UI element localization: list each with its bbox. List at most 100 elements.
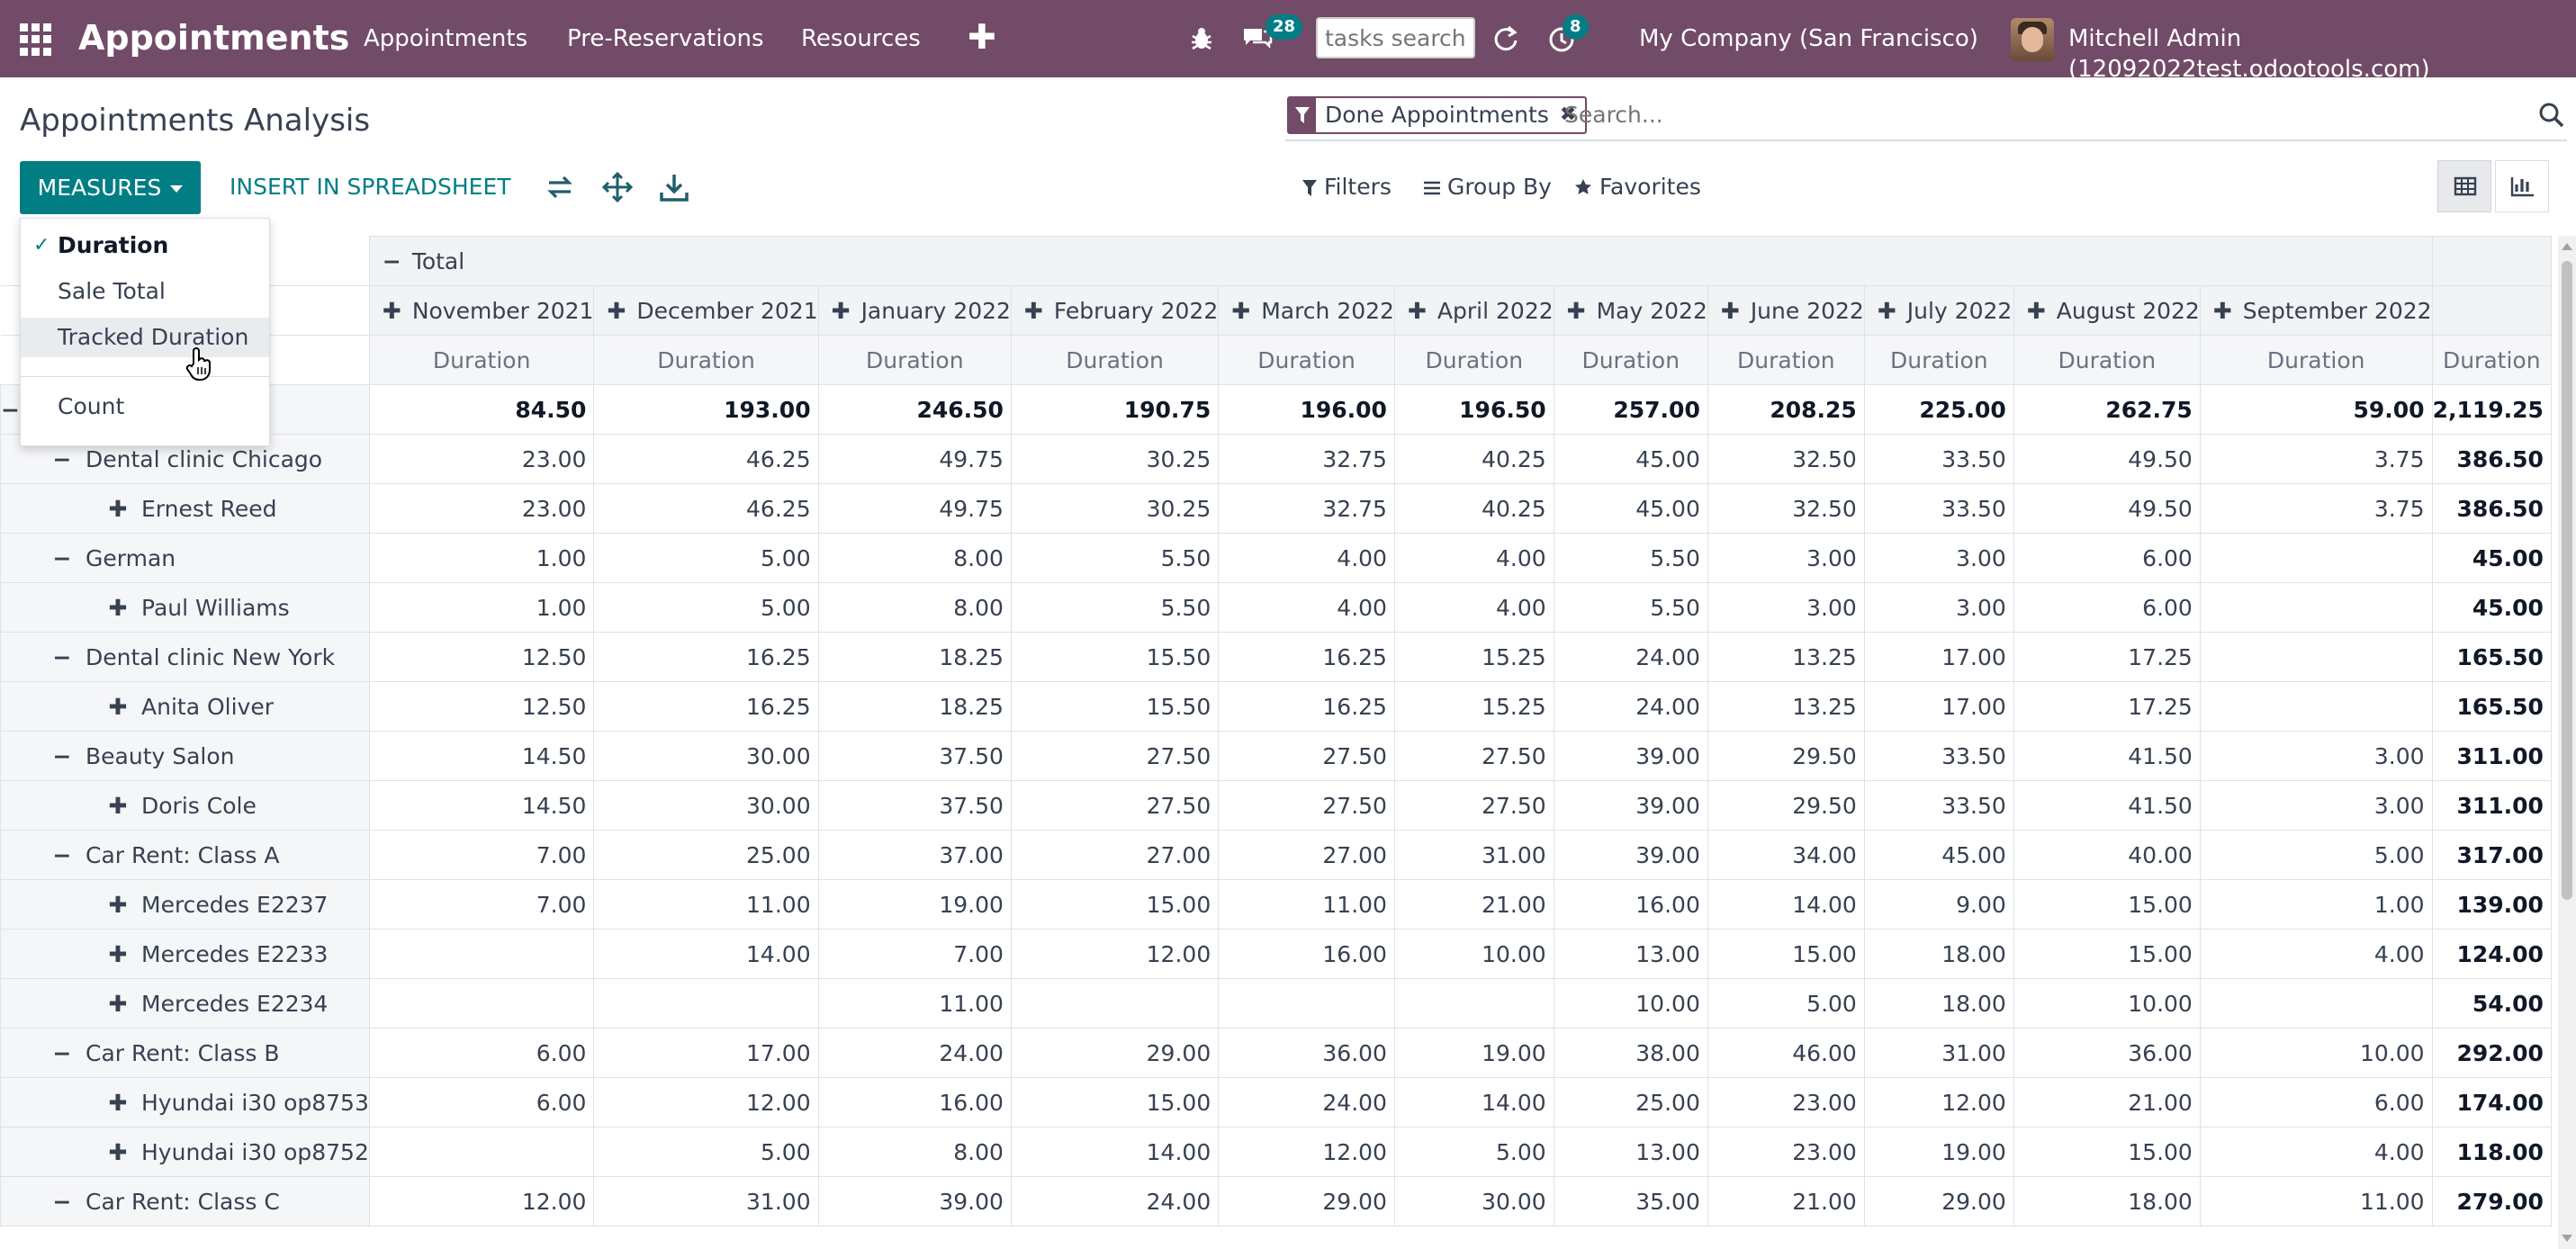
col-header-month[interactable]: ✚ July 2022 bbox=[1863, 285, 2014, 336]
table-cell[interactable]: 16.25 bbox=[1218, 632, 1395, 682]
table-cell[interactable]: 27.00 bbox=[1010, 830, 1220, 880]
table-cell-total[interactable]: 45.00 bbox=[2431, 533, 2552, 583]
table-cell[interactable]: 21.00 bbox=[1393, 879, 1554, 930]
table-cell[interactable]: 49.75 bbox=[817, 483, 1012, 534]
table-cell[interactable]: 14.00 bbox=[593, 929, 819, 979]
table-cell[interactable]: 21.00 bbox=[2013, 1077, 2201, 1128]
table-cell[interactable]: 6.00 bbox=[2013, 582, 2201, 633]
table-cell[interactable]: 39.00 bbox=[1553, 830, 1708, 880]
table-cell[interactable]: 23.00 bbox=[368, 434, 595, 484]
table-cell[interactable]: 10.00 bbox=[2013, 978, 2201, 1029]
table-cell[interactable]: 12.50 bbox=[368, 681, 595, 732]
table-cell[interactable]: 37.00 bbox=[817, 830, 1012, 880]
table-cell[interactable]: 16.25 bbox=[593, 632, 819, 682]
col-header-month[interactable]: ✚ November 2021 bbox=[368, 285, 595, 336]
table-cell[interactable]: 11.00 bbox=[2199, 1176, 2433, 1227]
table-cell[interactable]: 29.00 bbox=[1863, 1176, 2014, 1227]
row-header[interactable]: ✚ Anita Oliver bbox=[0, 681, 370, 732]
table-cell[interactable] bbox=[2199, 978, 2433, 1029]
table-cell[interactable]: 30.00 bbox=[593, 780, 819, 831]
table-cell[interactable]: 84.50 bbox=[368, 384, 595, 435]
table-cell[interactable]: 27.00 bbox=[1218, 830, 1395, 880]
scrollbar-thumb[interactable] bbox=[2562, 261, 2572, 900]
table-cell[interactable] bbox=[1218, 978, 1395, 1029]
row-header[interactable]: − Car Rent: Class A bbox=[0, 830, 370, 880]
table-cell[interactable]: 33.50 bbox=[1863, 483, 2014, 534]
filters-toggle[interactable]: Filters bbox=[1302, 171, 1392, 203]
table-cell[interactable]: 6.00 bbox=[2013, 533, 2201, 583]
scroll-up-icon[interactable] bbox=[2562, 243, 2572, 250]
row-header[interactable]: − Beauty Salon bbox=[0, 731, 370, 781]
table-cell[interactable]: 30.25 bbox=[1010, 483, 1220, 534]
table-cell-total[interactable]: 165.50 bbox=[2431, 632, 2552, 682]
table-cell[interactable] bbox=[1393, 978, 1554, 1029]
table-cell[interactable]: 18.00 bbox=[2013, 1176, 2201, 1227]
col-header-month[interactable]: ✚ September 2022 bbox=[2199, 285, 2433, 336]
pivot-view-button[interactable] bbox=[2437, 160, 2491, 212]
table-cell[interactable]: 12.00 bbox=[368, 1176, 595, 1227]
table-cell[interactable]: 8.00 bbox=[817, 582, 1012, 633]
table-cell[interactable]: 17.00 bbox=[593, 1028, 819, 1078]
table-cell[interactable]: 16.00 bbox=[817, 1077, 1012, 1128]
table-cell-total[interactable]: 118.00 bbox=[2431, 1127, 2552, 1177]
table-cell[interactable]: 32.50 bbox=[1707, 483, 1865, 534]
table-cell[interactable]: 14.00 bbox=[1707, 879, 1865, 930]
table-cell[interactable]: 14.00 bbox=[1393, 1077, 1554, 1128]
measure-header[interactable]: Duration bbox=[1863, 335, 2014, 385]
table-cell[interactable]: 29.50 bbox=[1707, 780, 1865, 831]
table-cell[interactable]: 39.00 bbox=[817, 1176, 1012, 1227]
table-cell[interactable]: 17.25 bbox=[2013, 681, 2201, 732]
table-cell[interactable]: 46.00 bbox=[1707, 1028, 1865, 1078]
table-cell[interactable]: 7.00 bbox=[368, 879, 595, 930]
table-cell[interactable]: 24.00 bbox=[1218, 1077, 1395, 1128]
measure-header[interactable]: Duration bbox=[2431, 335, 2552, 385]
table-cell[interactable]: 7.00 bbox=[817, 929, 1012, 979]
table-cell[interactable]: 15.00 bbox=[1010, 1077, 1220, 1128]
table-cell[interactable]: 14.00 bbox=[1010, 1127, 1220, 1177]
table-cell[interactable]: 24.00 bbox=[1553, 681, 1708, 732]
menu-pre-reservations[interactable]: Pre-Reservations bbox=[567, 23, 764, 54]
row-header[interactable]: − Dental clinic New York bbox=[0, 632, 370, 682]
row-header[interactable]: − Car Rent: Class B bbox=[0, 1028, 370, 1078]
measure-header[interactable]: Duration bbox=[368, 335, 595, 385]
table-cell[interactable]: 3.00 bbox=[2199, 731, 2433, 781]
row-header[interactable]: ✚ Mercedes E2233 bbox=[0, 929, 370, 979]
table-cell[interactable] bbox=[368, 929, 595, 979]
row-header[interactable]: ✚ Paul Williams bbox=[0, 582, 370, 633]
table-cell[interactable]: 18.00 bbox=[1863, 929, 2014, 979]
table-cell[interactable]: 24.00 bbox=[1553, 632, 1708, 682]
measure-header[interactable]: Duration bbox=[1707, 335, 1865, 385]
col-header-total[interactable]: − Total bbox=[368, 236, 2433, 286]
table-cell[interactable]: 36.00 bbox=[1218, 1028, 1395, 1078]
table-cell[interactable]: 33.50 bbox=[1863, 434, 2014, 484]
search-input[interactable] bbox=[1564, 102, 2500, 128]
table-cell[interactable]: 10.00 bbox=[2199, 1028, 2433, 1078]
menu-resources[interactable]: Resources bbox=[801, 23, 921, 54]
table-cell[interactable]: 30.00 bbox=[1393, 1176, 1554, 1227]
table-cell[interactable]: 193.00 bbox=[593, 384, 819, 435]
table-cell[interactable]: 27.50 bbox=[1218, 780, 1395, 831]
scroll-down-icon[interactable] bbox=[2562, 1235, 2572, 1242]
table-cell-total[interactable]: 139.00 bbox=[2431, 879, 2552, 930]
col-header-month[interactable]: ✚ March 2022 bbox=[1218, 285, 1395, 336]
col-header-month[interactable]: ✚ April 2022 bbox=[1393, 285, 1554, 336]
table-cell[interactable] bbox=[368, 978, 595, 1029]
table-cell[interactable]: 16.25 bbox=[593, 681, 819, 732]
table-cell[interactable]: 3.00 bbox=[1707, 533, 1865, 583]
table-cell[interactable]: 19.00 bbox=[817, 879, 1012, 930]
col-header-month[interactable]: ✚ December 2021 bbox=[593, 285, 819, 336]
row-header[interactable]: ✚ Mercedes E2234 bbox=[0, 978, 370, 1029]
table-cell[interactable]: 5.00 bbox=[593, 533, 819, 583]
table-cell[interactable]: 17.00 bbox=[1863, 681, 2014, 732]
table-cell[interactable]: 6.00 bbox=[368, 1077, 595, 1128]
table-cell[interactable]: 5.00 bbox=[593, 582, 819, 633]
table-cell[interactable] bbox=[593, 978, 819, 1029]
table-cell-total[interactable]: 386.50 bbox=[2431, 434, 2552, 484]
table-cell[interactable]: 39.00 bbox=[1553, 780, 1708, 831]
table-cell[interactable]: 59.00 bbox=[2199, 384, 2433, 435]
table-cell[interactable]: 16.00 bbox=[1218, 929, 1395, 979]
table-cell-total[interactable]: 174.00 bbox=[2431, 1077, 2552, 1128]
table-cell[interactable]: 33.50 bbox=[1863, 731, 2014, 781]
table-cell[interactable]: 5.00 bbox=[2199, 830, 2433, 880]
table-cell-total[interactable]: 386.50 bbox=[2431, 483, 2552, 534]
